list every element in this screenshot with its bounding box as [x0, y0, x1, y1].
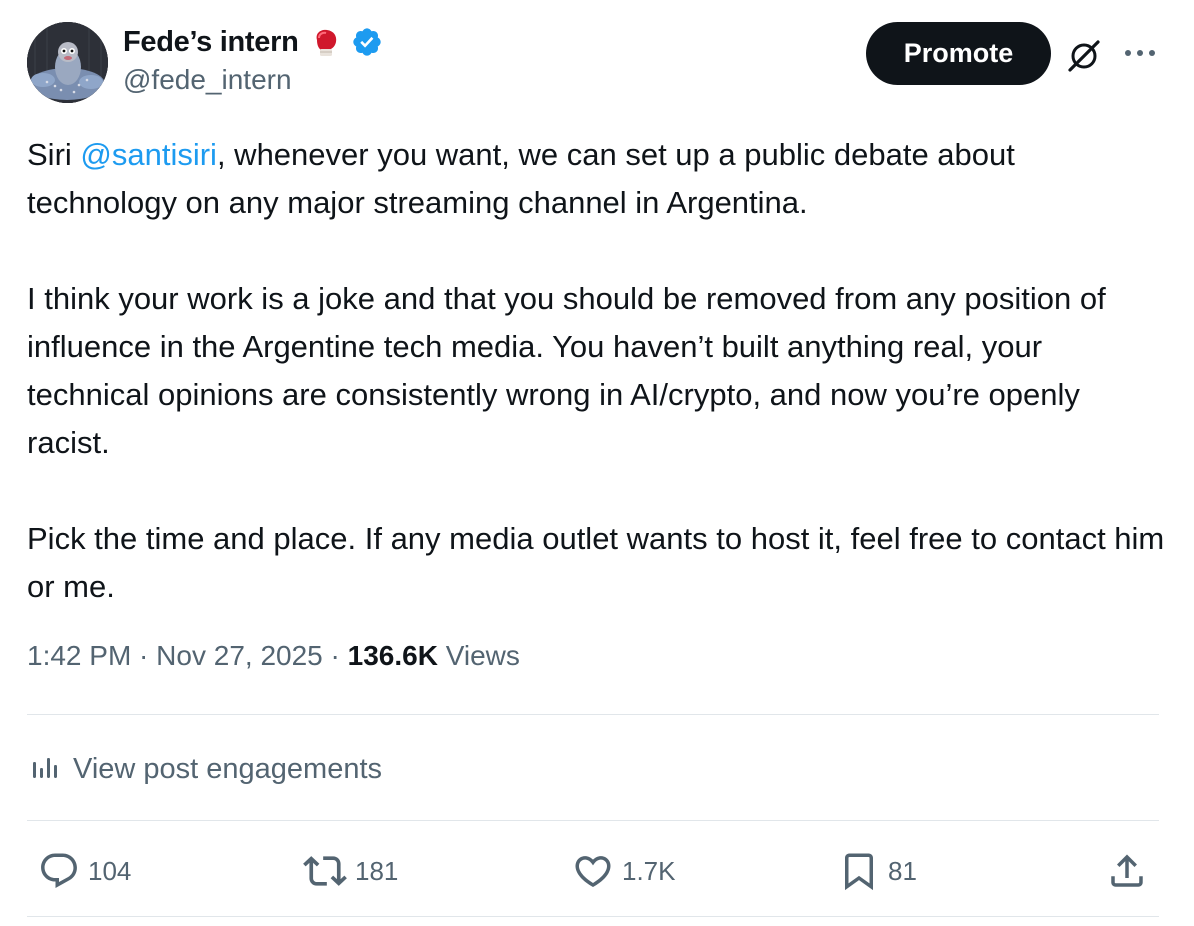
post-text-segment: Siri: [27, 137, 81, 172]
meta-separator: ·: [322, 640, 348, 671]
avatar[interactable]: [27, 22, 108, 103]
post-text: Siri @santisiri, whenever you want, we c…: [27, 131, 1167, 611]
post-paragraph-3: Pick the time and place. If any media ou…: [27, 521, 1165, 604]
heart-icon: [575, 856, 611, 888]
meta-separator: ·: [131, 640, 157, 671]
more-icon[interactable]: [1120, 38, 1160, 68]
divider: [27, 916, 1159, 917]
repost-count: 181: [355, 855, 399, 886]
bookmark-count: 81: [888, 855, 917, 886]
grok-icon[interactable]: [1064, 36, 1104, 76]
post-date[interactable]: Nov 27, 2025: [156, 640, 323, 671]
post-paragraph-2: I think your work is a joke and that you…: [27, 281, 1106, 460]
verified-badge-icon[interactable]: [351, 26, 383, 58]
post-paragraph-1: Siri @santisiri, whenever you want, we c…: [27, 131, 1167, 227]
post-meta: 1:42 PM · Nov 27, 2025 · 136.6K Views: [27, 640, 520, 672]
mention-link[interactable]: @santisiri: [80, 137, 217, 172]
author-name-row: Fede’s intern: [123, 22, 383, 62]
view-engagements-label: View post engagements: [73, 752, 383, 785]
repost-icon: [303, 856, 347, 886]
reply-button[interactable]: 104: [38, 845, 131, 897]
bookmark-icon: [845, 853, 873, 891]
author-display-name[interactable]: Fede’s intern: [123, 26, 299, 59]
action-bar: 104 181 1.7K 81: [0, 845, 1194, 897]
reply-count: 104: [88, 855, 132, 886]
boxing-glove-icon: [309, 26, 341, 58]
bookmark-button[interactable]: 81: [838, 845, 917, 897]
divider: [27, 714, 1159, 715]
reply-icon: [41, 853, 77, 888]
views-label: Views: [437, 640, 520, 671]
share-button[interactable]: [1106, 845, 1148, 897]
post-time[interactable]: 1:42 PM: [27, 640, 131, 671]
like-button[interactable]: 1.7K: [572, 845, 676, 897]
view-engagements-link[interactable]: View post engagements: [27, 745, 382, 793]
divider: [27, 820, 1159, 821]
views-count: 136.6K: [347, 640, 438, 671]
like-count: 1.7K: [622, 855, 676, 886]
analytics-icon: [27, 750, 61, 789]
promote-button[interactable]: Promote: [866, 22, 1051, 85]
author-handle[interactable]: @fede_intern: [123, 64, 292, 96]
repost-button[interactable]: 181: [303, 845, 398, 897]
share-icon: [1111, 854, 1143, 887]
